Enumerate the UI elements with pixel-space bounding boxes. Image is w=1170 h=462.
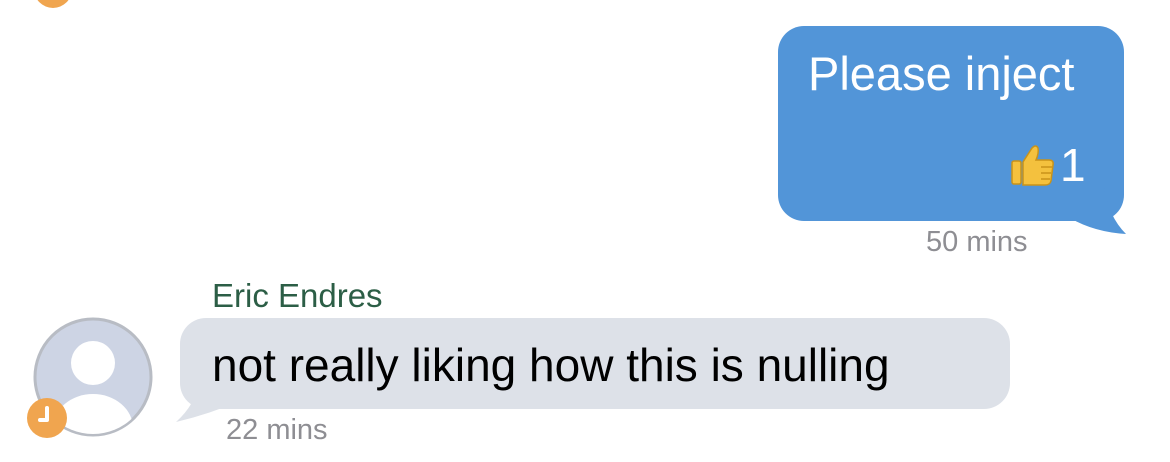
clock-icon	[27, 398, 67, 438]
incoming-message-timestamp: 22 mins	[226, 414, 328, 446]
incoming-message-text: not really liking how this is nulling	[212, 339, 890, 391]
outgoing-message-text: Please inject	[808, 47, 1075, 100]
outgoing-bubble-tail	[1070, 186, 1126, 234]
sender-name[interactable]: Eric Endres	[212, 277, 383, 315]
previous-status-badge	[34, 0, 72, 8]
reaction-badge[interactable]: 1	[1010, 140, 1086, 190]
thumbs-up-icon	[1011, 145, 1054, 186]
reaction-count: 1	[1060, 139, 1086, 191]
outgoing-message-timestamp: 50 mins	[926, 226, 1028, 258]
